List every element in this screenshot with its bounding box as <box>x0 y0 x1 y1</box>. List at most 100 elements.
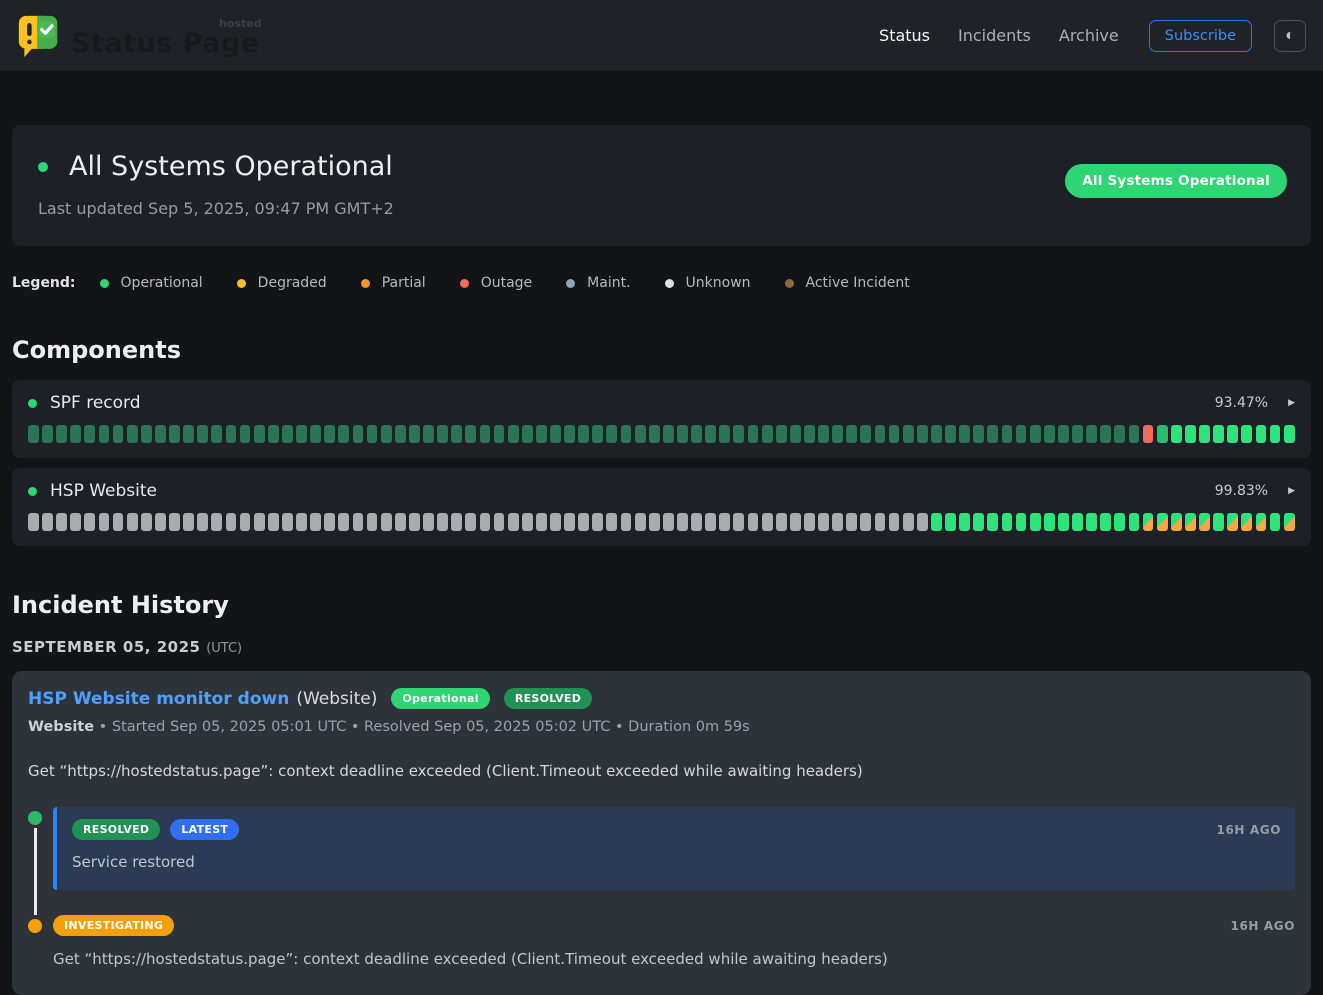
uptime-bar-na[interactable] <box>663 513 674 531</box>
uptime-bar-dim[interactable] <box>917 425 928 443</box>
uptime-bar-dim[interactable] <box>84 425 95 443</box>
uptime-bar-dim[interactable] <box>465 425 476 443</box>
uptime-bar-up[interactable] <box>1227 425 1238 443</box>
uptime-bar-na[interactable] <box>296 513 307 531</box>
uptime-bar-dim[interactable] <box>254 425 265 443</box>
uptime-bar-na[interactable] <box>705 513 716 531</box>
uptime-bar-dim[interactable] <box>409 425 420 443</box>
uptime-bar-dim[interactable] <box>1016 425 1027 443</box>
uptime-bar-dim[interactable] <box>564 425 575 443</box>
uptime-bar-mid[interactable] <box>1157 425 1168 443</box>
uptime-bar-dim[interactable] <box>550 425 561 443</box>
uptime-bar-na[interactable] <box>338 513 349 531</box>
uptime-bar-na[interactable] <box>649 513 660 531</box>
expand-arrow-icon[interactable]: ▶ <box>1288 486 1295 496</box>
uptime-bar-dim[interactable] <box>719 425 730 443</box>
uptime-bar-up[interactable] <box>945 513 956 531</box>
uptime-bar-dim[interactable] <box>1002 425 1013 443</box>
uptime-bar-na[interactable] <box>465 513 476 531</box>
uptime-bar-dim[interactable] <box>508 425 519 443</box>
uptime-bar-dim[interactable] <box>324 425 335 443</box>
uptime-bar-dim[interactable] <box>113 425 124 443</box>
uptime-bar-na[interactable] <box>903 513 914 531</box>
uptime-bar-na[interactable] <box>282 513 293 531</box>
uptime-bar-dim[interactable] <box>437 425 448 443</box>
uptime-bar-na[interactable] <box>437 513 448 531</box>
uptime-bar-up[interactable] <box>1241 425 1252 443</box>
uptime-bar-dim[interactable] <box>621 425 632 443</box>
uptime-bar-dim[interactable] <box>790 425 801 443</box>
uptime-bar-na[interactable] <box>381 513 392 531</box>
uptime-bar-na[interactable] <box>508 513 519 531</box>
uptime-bar-dim[interactable] <box>776 425 787 443</box>
uptime-bar-up[interactable] <box>1270 513 1281 531</box>
uptime-bar-na[interactable] <box>564 513 575 531</box>
uptime-bar-dim[interactable] <box>832 425 843 443</box>
uptime-bar-na[interactable] <box>804 513 815 531</box>
uptime-bar-na[interactable] <box>56 513 67 531</box>
uptime-bar-na[interactable] <box>127 513 138 531</box>
uptime-bar-dim[interactable] <box>141 425 152 443</box>
uptime-bar-mix[interactable] <box>1256 513 1267 531</box>
uptime-bar-na[interactable] <box>494 513 505 531</box>
uptime-bar-up[interactable] <box>1114 513 1125 531</box>
uptime-bar-na[interactable] <box>240 513 251 531</box>
uptime-bar-na[interactable] <box>84 513 95 531</box>
uptime-bar-na[interactable] <box>748 513 759 531</box>
uptime-bar-dim[interactable] <box>987 425 998 443</box>
uptime-bar-dim[interactable] <box>183 425 194 443</box>
uptime-bar-na[interactable] <box>578 513 589 531</box>
nav-item-status[interactable]: Status <box>879 26 930 45</box>
uptime-bar-na[interactable] <box>409 513 420 531</box>
uptime-bar-down[interactable] <box>1143 425 1154 443</box>
uptime-bar-na[interactable] <box>367 513 378 531</box>
uptime-bar-na[interactable] <box>423 513 434 531</box>
nav-item-archive[interactable]: Archive <box>1059 26 1119 45</box>
uptime-bar-na[interactable] <box>522 513 533 531</box>
uptime-bar-up[interactable] <box>1213 513 1224 531</box>
uptime-bar-dim[interactable] <box>240 425 251 443</box>
uptime-bar-dim[interactable] <box>649 425 660 443</box>
uptime-bar-na[interactable] <box>677 513 688 531</box>
uptime-bar-dim[interactable] <box>211 425 222 443</box>
uptime-bar-up[interactable] <box>1058 513 1069 531</box>
uptime-bar-dim[interactable] <box>169 425 180 443</box>
uptime-bar-dim[interactable] <box>1086 425 1097 443</box>
uptime-bar-na[interactable] <box>762 513 773 531</box>
uptime-bar-up[interactable] <box>1129 513 1140 531</box>
incident-title-link[interactable]: HSP Website monitor down <box>28 689 289 709</box>
uptime-bar-dim[interactable] <box>296 425 307 443</box>
uptime-bar-dim[interactable] <box>677 425 688 443</box>
uptime-bar-na[interactable] <box>226 513 237 531</box>
uptime-bar-na[interactable] <box>324 513 335 531</box>
uptime-bar-dim[interactable] <box>367 425 378 443</box>
uptime-bar-dim[interactable] <box>155 425 166 443</box>
uptime-bar-dim[interactable] <box>480 425 491 443</box>
uptime-bar-dim[interactable] <box>705 425 716 443</box>
uptime-bar-dim[interactable] <box>494 425 505 443</box>
uptime-bar-dim[interactable] <box>903 425 914 443</box>
uptime-bar-na[interactable] <box>480 513 491 531</box>
uptime-bar-na[interactable] <box>917 513 928 531</box>
uptime-bar-na[interactable] <box>310 513 321 531</box>
uptime-bar-dim[interactable] <box>1030 425 1041 443</box>
uptime-bar-dim[interactable] <box>268 425 279 443</box>
uptime-bar-up[interactable] <box>1256 425 1267 443</box>
uptime-bar-mix[interactable] <box>1157 513 1168 531</box>
uptime-bar-dim[interactable] <box>1100 425 1111 443</box>
uptime-bar-na[interactable] <box>28 513 39 531</box>
uptime-bar-na[interactable] <box>183 513 194 531</box>
uptime-bar-up[interactable] <box>1185 425 1196 443</box>
uptime-bar-mix[interactable] <box>1284 513 1295 531</box>
uptime-bar-dim[interactable] <box>663 425 674 443</box>
uptime-bar-dim[interactable] <box>959 425 970 443</box>
uptime-bar-up[interactable] <box>1044 513 1055 531</box>
uptime-bar-up[interactable] <box>1072 513 1083 531</box>
uptime-bar-na[interactable] <box>353 513 364 531</box>
theme-toggle-button[interactable]: ◐ <box>1274 20 1306 52</box>
uptime-bar-dim[interactable] <box>818 425 829 443</box>
uptime-bar-dim[interactable] <box>70 425 81 443</box>
uptime-bar-na[interactable] <box>719 513 730 531</box>
uptime-bar-up[interactable] <box>959 513 970 531</box>
uptime-bar-up[interactable] <box>1100 513 1111 531</box>
